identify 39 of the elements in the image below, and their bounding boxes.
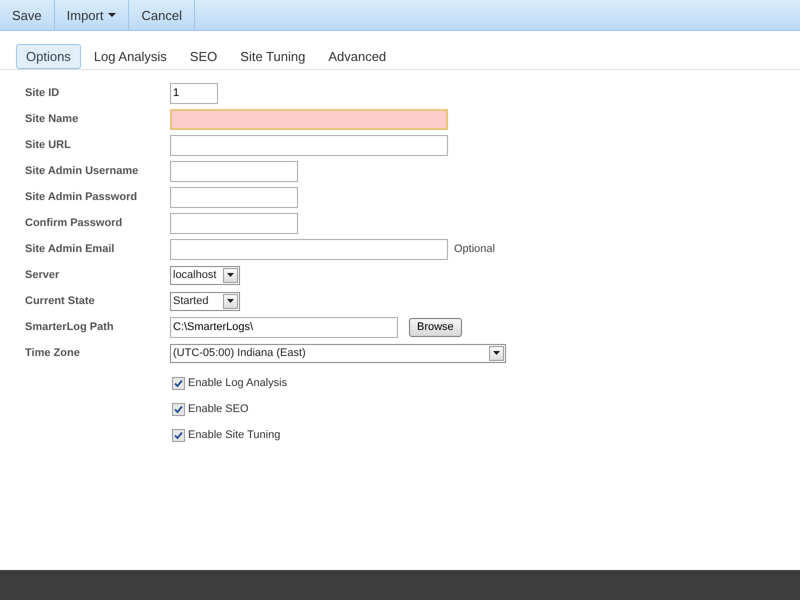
field-label: Site Admin Email (25, 243, 116, 255)
input-field[interactable] (170, 160, 298, 182)
input-field[interactable] (170, 186, 298, 208)
input-field[interactable] (170, 238, 448, 260)
caret-icon (108, 13, 116, 17)
checkbox[interactable] (172, 402, 185, 416)
field-label: Site URL (25, 139, 72, 151)
field-label: Site Name (25, 113, 80, 125)
field-label: Server (25, 269, 60, 281)
dropdown[interactable]: localhost (170, 266, 240, 284)
input-field[interactable] (170, 212, 298, 234)
field-label: Site Admin Password (25, 191, 138, 203)
checkbox[interactable] (172, 428, 185, 442)
input-field[interactable] (170, 134, 448, 156)
field-label: Site ID (25, 87, 60, 99)
tab[interactable]: Options (16, 44, 81, 69)
checkbox-label: Enable Log Analysis (188, 377, 288, 389)
field-label: Current State (25, 295, 96, 307)
field-label: SmarterLog Path (25, 321, 115, 333)
dropdown-button[interactable]: Import (54, 0, 130, 30)
toolbar-button[interactable]: Cancel (129, 0, 195, 30)
checkbox-label: Enable SEO (188, 403, 249, 415)
toolbar-button[interactable]: Save (0, 0, 55, 30)
checkbox-label: Enable Site Tuning (188, 429, 280, 441)
checkbox[interactable] (172, 376, 185, 390)
field-label: Site Admin Username (25, 165, 140, 177)
browse-button[interactable]: Browse (409, 318, 462, 336)
dropdown[interactable]: Started (170, 292, 240, 310)
tab[interactable]: SEO (180, 44, 228, 69)
dropdown[interactable]: (UTC-05:00) Indiana (East) (170, 344, 506, 362)
input-field[interactable] (170, 108, 448, 130)
input-field[interactable]: C:\SmarterLogs\ (170, 316, 398, 338)
tab[interactable]: Advanced (318, 44, 396, 69)
tab[interactable]: Site Tuning (230, 44, 316, 69)
input-field[interactable]: 1 (170, 82, 218, 104)
field-label: Time Zone (25, 347, 81, 359)
tab[interactable]: Log Analysis (84, 44, 177, 69)
hint-text: Optional (454, 243, 495, 255)
field-label: Confirm Password (25, 217, 124, 229)
